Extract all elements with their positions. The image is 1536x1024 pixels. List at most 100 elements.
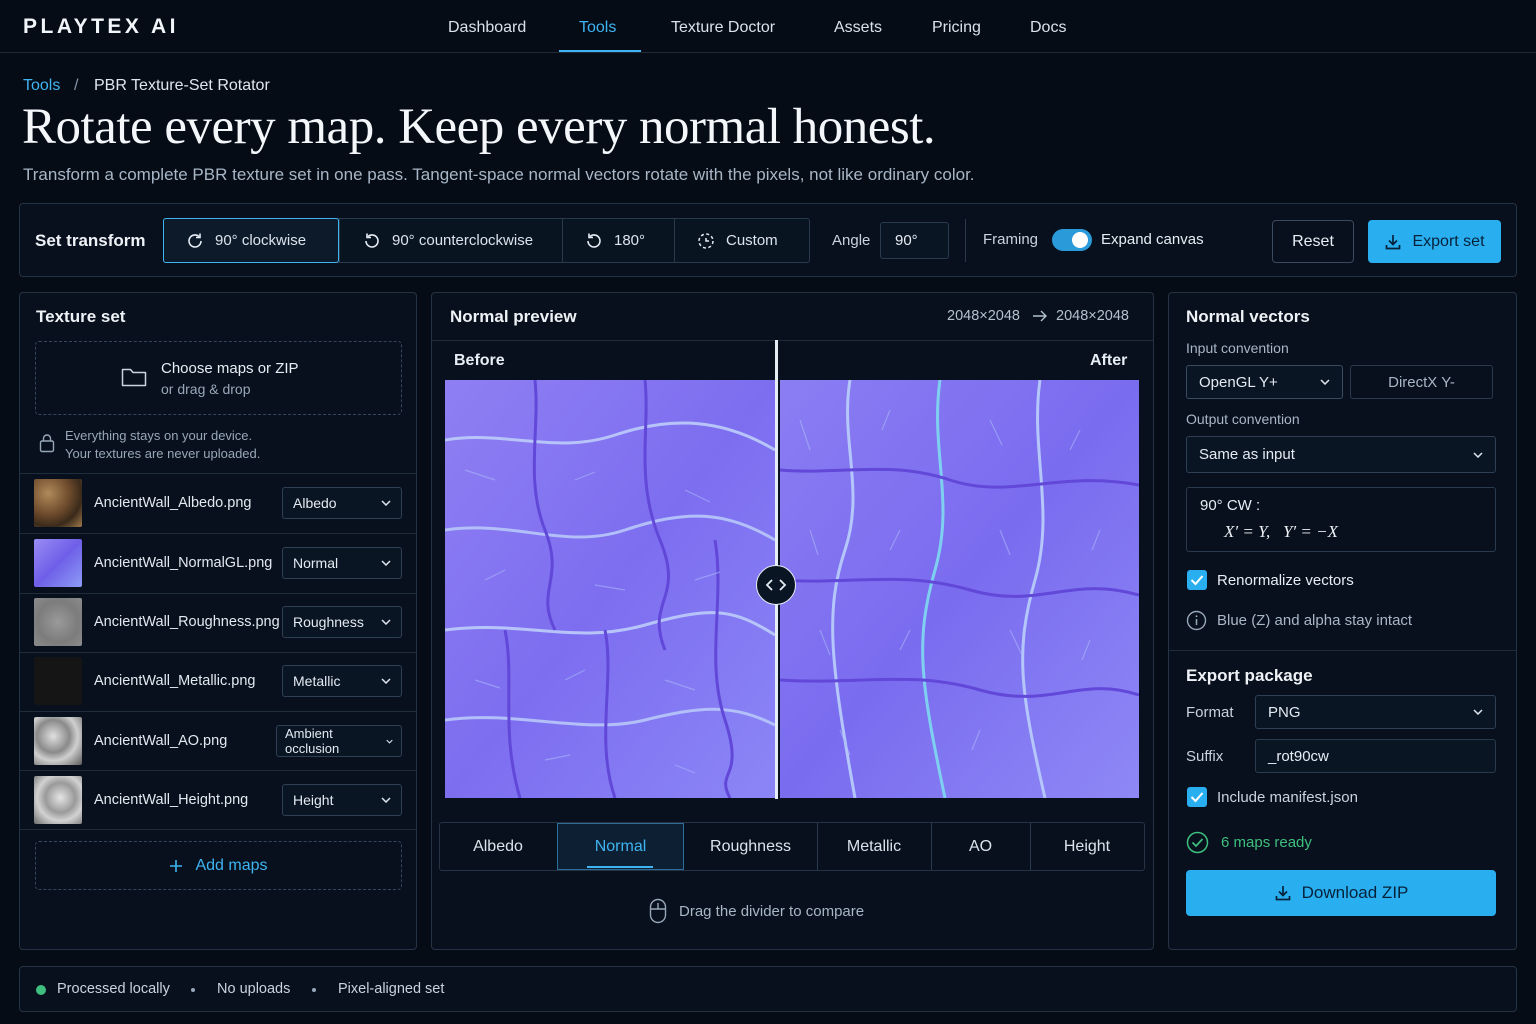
add-maps-label: Add maps [195, 856, 268, 874]
toggle-knob [1072, 232, 1088, 248]
chevron-down-icon [386, 739, 393, 744]
framing-label: Framing [983, 231, 1039, 248]
tab-active-indicator [587, 866, 653, 868]
manifest-label: Include manifest.json [1217, 789, 1358, 806]
map-type-value: Ambient occlusion [285, 726, 340, 756]
upload-secondary-text: or drag & drop [161, 381, 251, 397]
footer-item: No uploads [217, 981, 291, 997]
renormalize-checkbox[interactable] [1187, 570, 1207, 590]
height-thumbnail [34, 776, 82, 824]
rotate-180-icon [584, 231, 604, 251]
option-90-clockwise[interactable]: 90° clockwise [163, 218, 339, 263]
app-logo[interactable]: PLAYTEX AI [23, 15, 179, 39]
manifest-checkbox[interactable] [1187, 787, 1207, 807]
info-icon [1186, 610, 1207, 631]
add-maps-button[interactable]: Add maps [35, 841, 402, 890]
before-image [445, 380, 775, 798]
input-convention-select[interactable]: OpenGL Y+ [1186, 365, 1343, 399]
page-subtitle: Transform a complete PBR texture set in … [23, 165, 975, 184]
download-zip-button[interactable]: Download ZIP [1186, 870, 1496, 916]
map-type-select[interactable]: Normal [282, 547, 402, 579]
chevron-down-icon [381, 500, 391, 506]
normal-vectors-title: Normal vectors [1186, 307, 1310, 326]
export-package-title: Export package [1186, 666, 1313, 685]
chevron-down-icon [1473, 451, 1483, 458]
nav-assets[interactable]: Assets [834, 19, 882, 37]
footer-separator [191, 988, 195, 992]
nav-dashboard[interactable]: Dashboard [448, 19, 526, 37]
map-type-select[interactable]: Roughness [282, 606, 402, 638]
output-convention-value: Same as input [1199, 446, 1295, 463]
angle-input[interactable]: 90° [880, 222, 949, 259]
map-type-select[interactable]: Albedo [282, 487, 402, 519]
before-label: Before [454, 352, 505, 369]
directx-option[interactable]: DirectX Y- [1350, 365, 1493, 399]
upload-primary-text: Choose maps or ZIP [161, 360, 299, 377]
tab-albedo[interactable]: Albedo [439, 823, 557, 870]
tab-divider [1030, 823, 1031, 870]
tab-normal[interactable]: Normal [557, 823, 684, 870]
after-image [780, 380, 1139, 798]
nav-active-indicator [559, 50, 641, 52]
footer-item: Processed locally [57, 981, 170, 997]
tab-roughness[interactable]: Roughness [684, 823, 817, 870]
option-custom[interactable]: Custom [675, 219, 809, 262]
file-name: AncientWall_Height.png [94, 792, 249, 808]
file-name: AncientWall_Albedo.png [94, 495, 252, 511]
map-type-value: Metallic [293, 673, 341, 689]
map-type-value: Height [293, 792, 334, 808]
row-divider [20, 829, 416, 830]
suffix-input[interactable]: _rot90cw [1255, 739, 1496, 773]
tab-height[interactable]: Height [1030, 823, 1144, 870]
check-circle-icon [1186, 831, 1209, 854]
download-zip-label: Download ZIP [1301, 883, 1409, 902]
chevron-down-icon [381, 678, 391, 684]
export-set-button[interactable]: Export set [1368, 220, 1501, 263]
nav-docs[interactable]: Docs [1030, 19, 1066, 37]
chevron-down-icon [381, 797, 391, 803]
format-select[interactable]: PNG [1255, 695, 1496, 729]
tab-divider [931, 823, 932, 870]
option-label: 90° counterclockwise [392, 232, 534, 249]
plus-icon [169, 859, 183, 873]
after-label: After [1090, 352, 1128, 369]
export-set-label: Export set [1412, 232, 1485, 250]
compare-handle[interactable] [756, 565, 796, 605]
upload-dropzone[interactable] [35, 341, 402, 415]
renormalize-label: Renormalize vectors [1217, 572, 1354, 589]
albedo-thumbnail [34, 479, 82, 527]
breadcrumb-current: PBR Texture-Set Rotator [94, 77, 270, 94]
arrow-right-icon [1032, 309, 1048, 323]
map-type-select[interactable]: Metallic [282, 665, 402, 697]
privacy-line-1: Everything stays on your device. [65, 428, 253, 443]
folder-icon [121, 366, 147, 388]
footer-item: Pixel-aligned set [338, 981, 445, 997]
chevron-down-icon [1320, 379, 1330, 385]
output-convention-label: Output convention [1186, 411, 1300, 427]
resolution-out: 2048×2048 [1056, 308, 1129, 324]
map-type-select[interactable]: Height [282, 784, 402, 816]
nav-tools[interactable]: Tools [579, 19, 616, 37]
reset-button[interactable]: Reset [1272, 220, 1354, 263]
preview-title: Normal preview [450, 307, 577, 326]
toolbar-divider [965, 219, 966, 262]
page-title: Rotate every map. Keep every normal hone… [22, 99, 936, 155]
suffix-label: Suffix [1186, 748, 1224, 765]
map-type-select[interactable]: Ambient occlusion [276, 725, 402, 757]
expand-canvas-label: Expand canvas [1101, 231, 1204, 248]
download-icon [1384, 233, 1402, 251]
tab-divider [817, 823, 818, 870]
check-icon [1190, 574, 1204, 586]
input-convention-label: Input convention [1186, 340, 1289, 356]
nav-texture-doctor[interactable]: Texture Doctor [671, 19, 775, 37]
breadcrumb-tools[interactable]: Tools [23, 77, 60, 95]
option-180[interactable]: 180° [563, 219, 673, 262]
tab-ao[interactable]: AO [931, 823, 1030, 870]
privacy-line-2: Your textures are never uploaded. [65, 446, 261, 461]
output-convention-select[interactable]: Same as input [1186, 436, 1496, 473]
option-90-counterclockwise[interactable]: 90° counterclockwise [341, 219, 561, 262]
nav-pricing[interactable]: Pricing [932, 19, 981, 37]
normal-thumbnail [34, 539, 82, 587]
tab-metallic[interactable]: Metallic [817, 823, 931, 870]
texture-set-title: Texture set [36, 307, 126, 326]
